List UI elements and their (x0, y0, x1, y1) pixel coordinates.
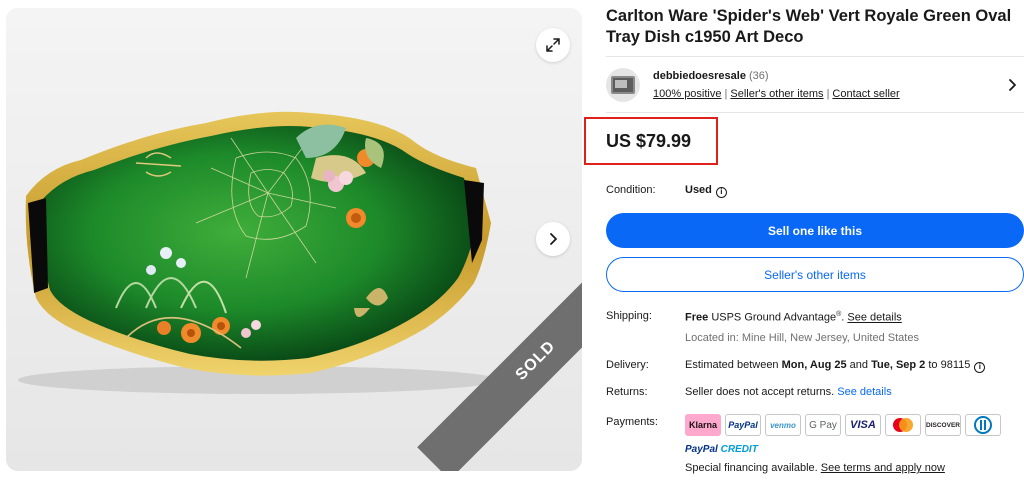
shipping-free: Free (685, 311, 709, 324)
condition-value: Used i (685, 184, 727, 198)
delivery-label: Delivery: (606, 359, 649, 371)
google-pay-icon: G Pay (805, 414, 841, 436)
separator: | (826, 88, 830, 100)
contact-seller-link[interactable]: Contact seller (832, 88, 899, 100)
seller-links: 100% positive | Seller's other items | Conta… (653, 88, 900, 100)
paypal-credit-word-1: PayPal (685, 444, 718, 455)
next-image-button[interactable] (536, 222, 570, 256)
separator: | (724, 88, 728, 100)
chevron-right-icon[interactable] (1006, 78, 1018, 92)
delivery-end: Tue, Sep 2 (871, 359, 926, 371)
paypal-icon: PayPal (725, 414, 761, 436)
seller-other-items-link[interactable]: Seller's other items (730, 88, 823, 100)
registered-mark: ® (836, 311, 842, 318)
discover-icon: DISCOVER (925, 414, 961, 436)
listing-title: Carlton Ware 'Spider's Web' Vert Royale … (606, 7, 1012, 46)
item-price: US $79.99 (606, 131, 692, 151)
shipping-service: USPS Ground Advantage (711, 311, 837, 324)
condition-text: Used (685, 184, 712, 196)
divider (606, 56, 1024, 57)
info-icon[interactable]: i (974, 362, 986, 373)
special-financing-link[interactable]: See terms and apply now (821, 462, 945, 474)
paypal-credit-logo: PayPal CREDIT (685, 444, 758, 455)
seller-avatar[interactable] (606, 68, 640, 102)
image-gallery: SOLD (6, 8, 582, 471)
diners-club-icon (965, 414, 1001, 436)
positive-feedback-link[interactable]: 100% positive (653, 88, 722, 100)
delivery-zip: to 98115 (928, 359, 971, 371)
special-financing-text: Special financing available. (685, 462, 818, 474)
payments-label: Payments: (606, 416, 658, 428)
shipping-value: Free USPS Ground Advantage®. See details (685, 311, 902, 324)
seller-feedback-count: (36) (749, 70, 769, 82)
venmo-icon: venmo (765, 414, 801, 436)
klarna-icon: Klarna (685, 414, 721, 436)
shipping-label: Shipping: (606, 310, 652, 322)
avatar-image-icon (611, 76, 635, 94)
returns-text: Seller does not accept returns. (685, 386, 835, 398)
shipping-see-details-link[interactable]: See details (847, 312, 901, 324)
delivery-value: Estimated between Mon, Aug 25 and Tue, S… (685, 359, 986, 373)
expand-icon (546, 38, 560, 52)
mastercard-icon (885, 414, 921, 436)
chevron-right-icon (550, 233, 557, 245)
delivery-prefix: Estimated between (685, 359, 779, 371)
returns-see-details-link[interactable]: See details (837, 386, 891, 398)
returns-label: Returns: (606, 386, 648, 398)
condition-label: Condition: (606, 184, 656, 196)
info-icon[interactable]: i (715, 187, 727, 198)
sellers-other-items-button[interactable]: Seller's other items (606, 257, 1024, 292)
item-location: Located in: Mine Hill, New Jersey, Unite… (685, 332, 919, 344)
seller-username[interactable]: debbiedoesresale (653, 70, 746, 82)
paypal-credit-word-2: CREDIT (720, 444, 758, 455)
visa-icon: VISA (845, 414, 881, 436)
seller-name[interactable]: debbiedoesresale (36) (653, 70, 769, 82)
expand-button[interactable] (536, 28, 570, 62)
listing-details: Carlton Ware 'Spider's Web' Vert Royale … (584, 0, 1024, 483)
sell-one-like-this-button[interactable]: Sell one like this (606, 213, 1024, 248)
delivery-start: Mon, Aug 25 (781, 359, 847, 371)
divider (606, 112, 1024, 113)
special-financing: Special financing available. See terms a… (685, 462, 945, 474)
returns-value: Seller does not accept returns. See deta… (685, 386, 892, 398)
payment-methods: Klarna PayPal venmo G Pay VISA DISCOVER (685, 414, 1001, 436)
delivery-and: and (849, 359, 869, 371)
